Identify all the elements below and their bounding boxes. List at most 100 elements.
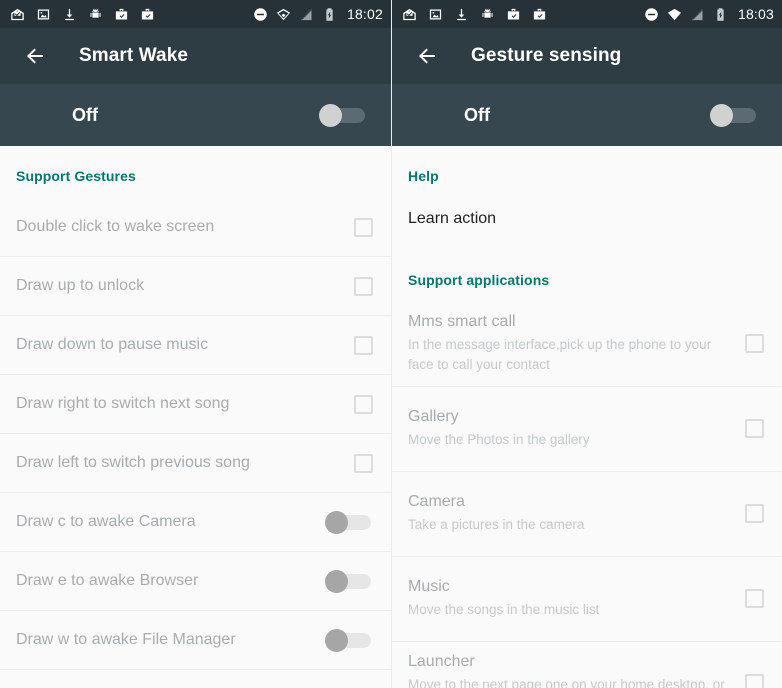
list-item-learn-action[interactable]: Learn action: [392, 198, 782, 240]
list-item-texts: Draw right to switch next song: [16, 394, 354, 414]
status-bar: 18:02: [0, 0, 391, 28]
list-item-checkbox[interactable]: [745, 588, 764, 608]
list-item[interactable]: Draw down to pause music: [0, 316, 391, 375]
list-item-title: Mms smart call: [408, 312, 516, 330]
mail-open-check-icon: [403, 8, 416, 20]
list-item-toggle[interactable]: [325, 510, 373, 534]
mail-open-check-icon: [11, 8, 24, 20]
download-icon: [65, 8, 74, 20]
page-title: Gesture sensing: [471, 45, 622, 66]
image-icon: [37, 9, 50, 19]
list-item[interactable]: Draw right to switch next song: [0, 375, 391, 434]
android-robot-icon: [90, 8, 101, 18]
list-item-title: Camera: [408, 492, 465, 510]
status-bar-notification-icons: [10, 7, 253, 22]
list-item-title: Launcher: [408, 652, 475, 670]
list-item-checkbox[interactable]: [354, 217, 373, 237]
list-item-texts: Draw w to awake File Manager: [16, 630, 325, 650]
list-item[interactable]: Double click to wake screen: [0, 198, 391, 257]
status-bar: 18:03: [392, 0, 782, 28]
master-switch-bar[interactable]: Off: [0, 84, 391, 146]
briefcase-check-icon: [115, 8, 128, 19]
toggle-thumb: [325, 628, 348, 652]
do-not-disturb-icon: [645, 7, 658, 21]
list-item[interactable]: Draw left to switch previous song: [0, 434, 391, 493]
master-switch-toggle[interactable]: [710, 103, 758, 127]
list-item-checkbox[interactable]: [354, 276, 373, 296]
list-item-title: Draw down to pause music: [16, 336, 209, 353]
briefcase-check-icon: [507, 8, 520, 19]
master-switch-toggle[interactable]: [319, 103, 367, 127]
list-item-subtitle: Move to the next page one on your home d…: [408, 676, 725, 688]
list-item-checkbox[interactable]: [745, 673, 764, 688]
list-item-texts: Learn action: [408, 209, 764, 229]
list-item[interactable]: Draw w to awake File Manager: [0, 611, 391, 670]
list-item-toggle[interactable]: [325, 569, 373, 593]
download-icon: [457, 8, 466, 20]
list-item[interactable]: Music Move the songs in the music list: [392, 557, 782, 642]
section-header-help: Help: [408, 168, 439, 184]
back-arrow-icon: [419, 48, 435, 64]
list-item-title: Double click to wake screen: [16, 218, 215, 235]
android-robot-icon: [482, 8, 493, 18]
status-bar-system-icons: 18:02: [253, 6, 383, 22]
list-item-texts: Music Move the songs in the music list: [408, 577, 745, 620]
wifi-filled-icon: [667, 8, 682, 20]
list-item-texts: Draw e to awake Browser: [16, 571, 325, 591]
list-item[interactable]: Camera Take a pictures in the camera: [392, 472, 782, 557]
status-bar-clock: 18:02: [346, 6, 383, 22]
list-item-texts: Draw up to unlock: [16, 276, 354, 296]
list-item-checkbox[interactable]: [745, 418, 764, 438]
battery-charging-icon: [326, 7, 333, 21]
list-item-subtitle: Move the Photos in the gallery: [408, 431, 590, 447]
list-item[interactable]: Mms smart call In the message interface,…: [392, 302, 782, 387]
list-item-texts: Launcher Move to the next page one on yo…: [408, 652, 745, 688]
master-switch-bar[interactable]: Off: [392, 84, 782, 146]
briefcase-check-alt-icon: [141, 8, 154, 19]
app-bar: Gesture sensing: [392, 28, 782, 84]
list-item-subtitle: Take a pictures in the camera: [408, 516, 585, 532]
section-header-support-applications: Support applications: [408, 272, 550, 288]
screen-gesture-sensing: 18:03 Gesture sensing Off Help Learn act…: [391, 0, 782, 688]
list-item-texts: Draw down to pause music: [16, 335, 354, 355]
list-item-checkbox[interactable]: [354, 394, 373, 414]
status-bar-system-icons: 18:03: [644, 6, 774, 22]
list-item-toggle[interactable]: [325, 628, 373, 652]
list-item-checkbox[interactable]: [745, 333, 764, 353]
list-item-texts: Gallery Move the Photos in the gallery: [408, 407, 745, 450]
briefcase-check-alt-icon: [533, 8, 546, 19]
list-item-texts: Draw left to switch previous song: [16, 453, 354, 473]
status-bar-clock: 18:03: [737, 6, 774, 22]
back-arrow-icon: [27, 48, 43, 64]
section-header-support-gestures: Support Gestures: [16, 168, 136, 184]
list-item[interactable]: Draw c to awake Camera: [0, 493, 391, 552]
wifi-outline-icon: [276, 8, 291, 20]
battery-charging-icon: [717, 7, 724, 21]
list-item-checkbox[interactable]: [354, 453, 373, 473]
list-item-title: Gallery: [408, 407, 459, 425]
list-item[interactable]: Gallery Move the Photos in the gallery: [392, 387, 782, 472]
list-item-title: Draw c to awake Camera: [16, 513, 196, 530]
list-item-subtitle: In the message interface,pick up the pho…: [408, 336, 712, 372]
signal-slash-icon: [691, 8, 703, 20]
back-button[interactable]: [410, 39, 444, 73]
list-item-title: Music: [408, 577, 450, 595]
settings-list: Help Learn action Support applications M…: [392, 146, 782, 688]
list-item-checkbox[interactable]: [354, 335, 373, 355]
master-switch-label: Off: [72, 104, 98, 125]
list-item[interactable]: Draw up to unlock: [0, 257, 391, 316]
screen-smart-wake: 18:02 Smart Wake Off Support Gestures Do…: [0, 0, 391, 688]
list-item-title: Draw e to awake Browser: [16, 572, 199, 589]
do-not-disturb-icon: [254, 7, 267, 21]
list-item-texts: Draw c to awake Camera: [16, 512, 325, 532]
list-item-texts: Mms smart call In the message interface,…: [408, 312, 745, 374]
master-switch-label: Off: [464, 104, 490, 125]
list-item[interactable]: Draw e to awake Browser: [0, 552, 391, 611]
list-item-texts: Camera Take a pictures in the camera: [408, 492, 745, 535]
toggle-thumb: [319, 103, 342, 127]
list-item[interactable]: Launcher Move to the next page one on yo…: [392, 642, 782, 688]
back-button[interactable]: [18, 39, 52, 73]
list-item-checkbox[interactable]: [745, 503, 764, 523]
list-item[interactable]: Draw m to awake Music: [0, 670, 391, 688]
list-item-title: Draw w to awake File Manager: [16, 631, 236, 648]
